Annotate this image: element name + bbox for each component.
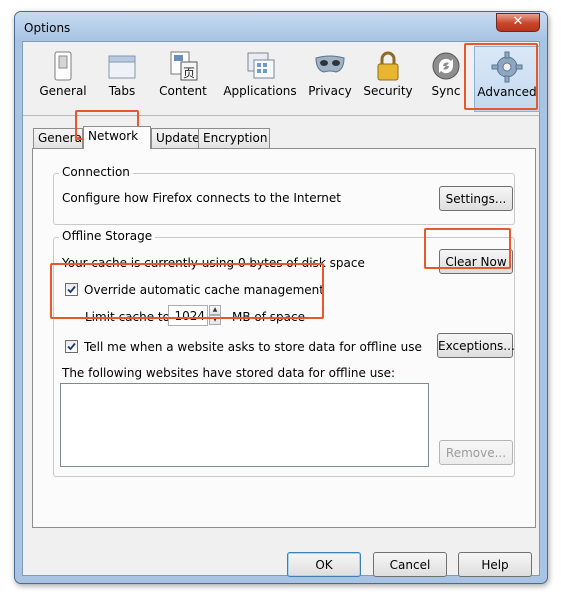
tell-me-label: Tell me when a website asks to store dat… bbox=[84, 340, 422, 354]
offline-storage-caption: Offline Storage bbox=[59, 229, 156, 243]
cancel-button[interactable]: Cancel bbox=[373, 552, 447, 577]
override-cache-label: Override automatic cache management bbox=[84, 283, 324, 297]
cache-size-spinner[interactable]: ▲ ▼ bbox=[209, 305, 221, 326]
pane-toolbar: General Tabs 页 Content Applications Priv… bbox=[23, 42, 540, 114]
privacy-mask-icon bbox=[315, 55, 345, 73]
content-page-icon: 页 bbox=[170, 51, 198, 81]
checkmark-icon bbox=[67, 285, 76, 294]
tab-update[interactable]: Update bbox=[151, 128, 199, 148]
pane-advanced[interactable]: Advanced bbox=[474, 46, 540, 112]
exceptions-button[interactable]: Exceptions... bbox=[437, 333, 515, 358]
pane-content[interactable]: 页 Content bbox=[155, 46, 211, 112]
connection-group: Connection Configure how Firefox connect… bbox=[53, 165, 515, 225]
override-cache-checkbox[interactable] bbox=[65, 283, 78, 296]
applications-icon bbox=[247, 52, 275, 79]
toolbar-divider bbox=[23, 115, 539, 116]
cache-size-unit: MB of space bbox=[232, 310, 305, 324]
pane-general[interactable]: General bbox=[38, 46, 88, 112]
help-button[interactable]: Help bbox=[458, 552, 532, 577]
pane-privacy[interactable]: Privacy bbox=[306, 46, 354, 112]
network-panel: Connection Configure how Firefox connect… bbox=[32, 148, 536, 528]
tab-network[interactable]: Network bbox=[83, 126, 151, 149]
tab-general[interactable]: Genera bbox=[33, 128, 83, 148]
checkmark-icon bbox=[67, 342, 76, 351]
ok-button[interactable]: OK bbox=[287, 552, 361, 577]
pane-tabs[interactable]: Tabs bbox=[102, 46, 142, 112]
limit-cache-label: Limit cache to bbox=[85, 310, 170, 324]
clear-now-button[interactable]: Clear Now bbox=[439, 249, 513, 274]
close-button[interactable]: ✕ bbox=[496, 13, 540, 32]
settings-button[interactable]: Settings... bbox=[439, 186, 513, 211]
dialog-client: General Tabs 页 Content Applications Priv… bbox=[22, 41, 540, 577]
tell-me-checkbox[interactable] bbox=[65, 340, 78, 353]
offline-sites-list[interactable] bbox=[60, 383, 429, 467]
tab-encryption[interactable]: Encryption bbox=[198, 128, 270, 148]
gear-icon bbox=[491, 51, 523, 83]
connection-description: Configure how Firefox connects to the In… bbox=[62, 191, 341, 205]
general-switch-icon bbox=[54, 51, 72, 81]
options-window: Options ✕ General Tabs 页 Content Applica… bbox=[14, 11, 548, 584]
window-title: Options bbox=[24, 21, 71, 35]
svg-text:页: 页 bbox=[183, 66, 195, 80]
stored-sites-label: The following websites have stored data … bbox=[62, 366, 396, 380]
spin-down-icon[interactable]: ▼ bbox=[209, 315, 221, 325]
connection-caption: Connection bbox=[59, 165, 133, 179]
cache-usage-text: Your cache is currently using 0 bytes of… bbox=[62, 256, 365, 270]
close-icon: ✕ bbox=[512, 14, 524, 29]
pane-security[interactable]: Security bbox=[360, 46, 416, 112]
title-bar[interactable]: Options ✕ bbox=[15, 12, 547, 40]
tabs-window-icon bbox=[108, 55, 136, 79]
pane-sync[interactable]: Sync bbox=[426, 46, 466, 112]
sync-arrows-icon bbox=[432, 52, 460, 80]
spin-up-icon[interactable]: ▲ bbox=[209, 305, 221, 315]
remove-button: Remove... bbox=[439, 440, 513, 465]
padlock-icon bbox=[377, 51, 399, 81]
pane-applications[interactable]: Applications bbox=[221, 46, 299, 112]
offline-storage-group: Offline Storage Your cache is currently … bbox=[53, 229, 515, 477]
cache-size-input[interactable] bbox=[168, 305, 208, 326]
